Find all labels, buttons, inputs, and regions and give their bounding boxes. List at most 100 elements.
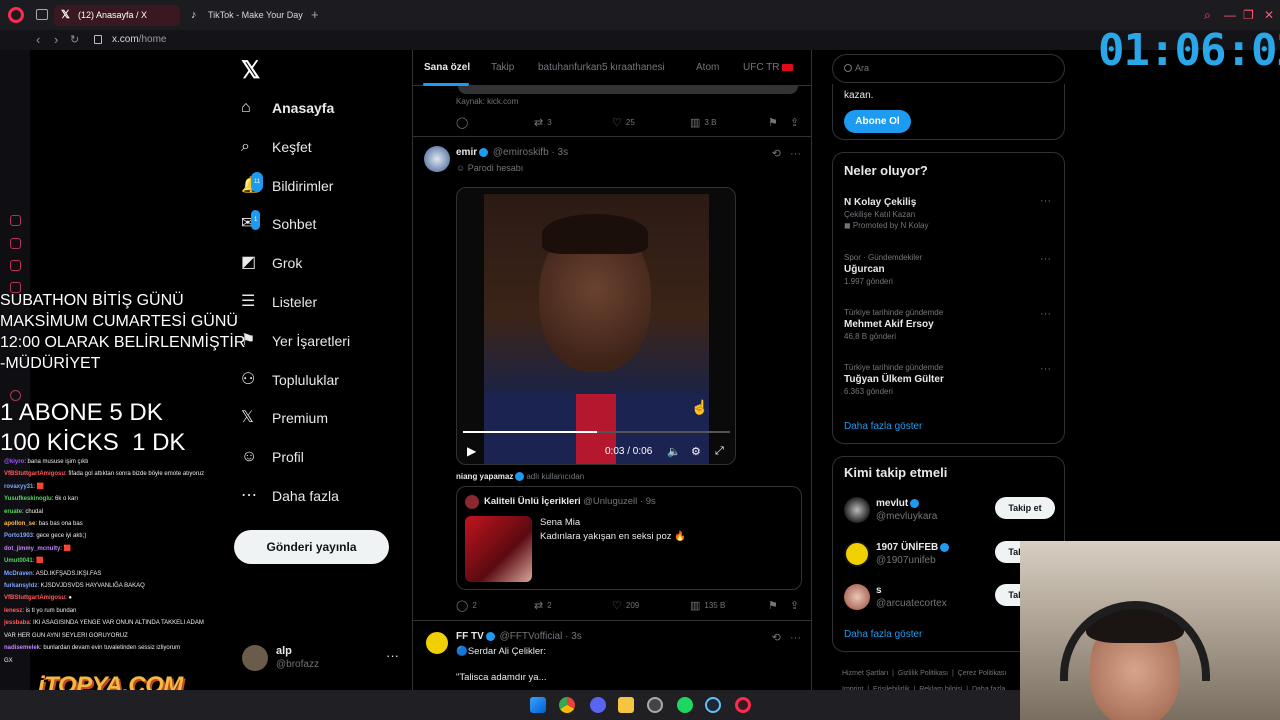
chrome-icon[interactable] [559, 697, 575, 713]
windows-start-icon[interactable] [530, 697, 546, 713]
tab-for-you[interactable]: Sana özel [424, 62, 470, 73]
discord-icon[interactable] [590, 697, 606, 713]
bookmark-icon[interactable]: ⚑ [768, 116, 782, 129]
post-author-handle[interactable]: @emiroskifb [493, 147, 549, 158]
post-time[interactable]: 3s [558, 147, 569, 158]
opera-logo-icon[interactable] [8, 7, 24, 23]
tab-list-atom[interactable]: Atom [696, 62, 719, 73]
history-icon[interactable] [10, 215, 21, 226]
footer-link[interactable]: Gizlilik Politikası [898, 670, 948, 677]
quote-avatar[interactable] [465, 495, 479, 509]
who-show-more-link[interactable]: Daha fazla göster [844, 629, 922, 640]
post-author-name[interactable]: FF TV [456, 631, 484, 642]
post-button[interactable]: Gönderi yayınla [234, 530, 389, 564]
post-more-icon[interactable]: ··· [790, 632, 801, 644]
quote-time[interactable]: 9s [646, 496, 656, 507]
trend-more-icon[interactable]: ··· [1040, 195, 1051, 207]
tab-tiktok[interactable]: ♪ TikTok - Make Your Day [184, 5, 304, 26]
nav-item[interactable]: 𝕏 Premium [241, 404, 411, 432]
suggestion-handle[interactable]: @1907unifeb [876, 555, 936, 566]
volume-icon[interactable]: 🔈 [667, 445, 681, 458]
fullscreen-icon[interactable]: ⤢ [715, 445, 724, 458]
suggestion-avatar[interactable] [844, 541, 870, 567]
post-avatar[interactable] [424, 630, 450, 656]
quote-author-handle[interactable]: @Unluguzell [583, 496, 637, 507]
post-time[interactable]: 3s [571, 631, 582, 642]
x-logo-icon[interactable]: 𝕏 [241, 56, 260, 85]
trend-more-icon[interactable]: ··· [1040, 363, 1051, 375]
account-handle[interactable]: @brofazz [276, 659, 319, 670]
suggestion-handle[interactable]: @mevluykara [876, 511, 937, 522]
post-avatar[interactable] [424, 146, 450, 172]
suggestion-name[interactable]: mevlut [876, 498, 921, 509]
nav-item[interactable]: ☰ Listeler [241, 288, 411, 316]
share-icon[interactable]: ⇪ [790, 599, 803, 612]
trend-item[interactable]: N Kolay Çekiliş Çekilişe Katıl Kazan ◼ P… [844, 195, 1059, 230]
nav-item[interactable]: 🔔11 Bildirimler [241, 171, 411, 200]
messenger-icon[interactable] [10, 260, 21, 271]
reply-button[interactable]: ◯ [456, 116, 472, 129]
video-frame[interactable] [484, 194, 709, 464]
views-button[interactable]: ▥ 135 B [690, 599, 725, 612]
play-icon[interactable]: ▶ [467, 444, 476, 458]
views-button[interactable]: ▥ 3 B [690, 116, 716, 129]
post-author-name[interactable]: emir [456, 147, 477, 158]
close-icon[interactable]: ✕ [1264, 8, 1274, 22]
tab-list-ufc-tr[interactable]: UFC TR [743, 62, 794, 73]
reply-button[interactable]: ◯ 2 [456, 599, 477, 612]
nav-item[interactable]: ⚇ Topluluklar [241, 366, 411, 394]
nav-item[interactable]: ☺ Profil [241, 443, 411, 471]
file-explorer-icon[interactable] [618, 697, 634, 713]
post-more-icon[interactable]: ··· [790, 148, 801, 160]
nav-item[interactable]: ⌕ Keşfet [241, 133, 411, 161]
post-author-handle[interactable]: @FFTVofficial [500, 631, 563, 642]
share-icon[interactable]: ⇪ [790, 116, 803, 129]
tab-x-home[interactable]: 𝕏 (12) Anasayfa / X [54, 5, 180, 26]
video-progress-bar[interactable] [463, 431, 730, 433]
quoted-post[interactable]: Kaliteli Ünlü İçerikleri @Unluguzell · 9… [456, 486, 802, 590]
nav-item[interactable]: ⚑ Yer İşaretleri [241, 327, 411, 355]
tab-following[interactable]: Takip [491, 62, 514, 73]
trend-item[interactable]: Türkiye tarihinde gündemde Tuğyan Ülkem … [844, 363, 1059, 396]
maximize-icon[interactable]: ❐ [1243, 8, 1254, 22]
search-icon[interactable]: ⌕ [1204, 8, 1211, 23]
prev-post-media[interactable] [458, 86, 798, 94]
minimize-icon[interactable]: — [1224, 8, 1236, 22]
account-more-icon[interactable]: ··· [386, 648, 399, 663]
nav-item[interactable]: ✉ 1 Sohbet [241, 210, 411, 238]
suggestion-avatar[interactable] [844, 497, 870, 523]
search-input[interactable]: Ara [832, 54, 1065, 83]
spotify-icon[interactable] [677, 697, 693, 713]
forward-icon[interactable]: › [54, 32, 58, 47]
obs-icon[interactable] [647, 697, 663, 713]
url-field[interactable]: x.com/home [112, 34, 166, 45]
like-button[interactable]: ♡ 209 [612, 599, 639, 612]
follow-suggestion[interactable]: mevlut @mevluykara Takip et [844, 495, 1059, 529]
footer-link[interactable]: Çerez Politikası [958, 670, 1007, 677]
suggestion-handle[interactable]: @arcuatecortex [876, 598, 947, 609]
nav-item[interactable]: ⌂ Anasayfa [241, 94, 411, 122]
tab-overview-icon[interactable] [36, 9, 48, 20]
opera-gx-icon[interactable] [735, 697, 751, 713]
suggestion-name[interactable]: s [876, 585, 882, 596]
trend-item[interactable]: Spor · Gündemdekiler Uğurcan 1.997 gönde… [844, 253, 1059, 286]
quote-thumbnail[interactable] [465, 516, 532, 582]
like-button[interactable]: ♡ 25 [612, 116, 635, 129]
footer-link[interactable]: Hizmet Şartları [842, 670, 888, 677]
bookmark-icon[interactable]: ⚑ [768, 599, 782, 612]
quote-author-name[interactable]: Kaliteli Ünlü İçerikleri [484, 496, 581, 507]
nav-item[interactable]: ⋯ Daha fazla [241, 482, 411, 510]
extensions-icon[interactable] [10, 238, 21, 249]
follow-button[interactable]: Takip et [995, 497, 1055, 519]
repost-button[interactable]: ⇄ 2 [534, 599, 552, 612]
trend-more-icon[interactable]: ··· [1040, 253, 1051, 265]
settings-gear-icon[interactable]: ⚙ [691, 445, 701, 458]
reload-icon[interactable]: ↻ [70, 33, 79, 46]
tab-list-kiraathane[interactable]: batuhanfurkan5 kıraathanesi [538, 62, 665, 73]
video-player[interactable]: ▶ 0:03 / 0:06 🔈 ⚙ ⤢ [456, 187, 736, 465]
suggestion-name[interactable]: 1907 ÜNİFEB [876, 542, 951, 553]
quote-attribution-user[interactable]: niang yapamaz [456, 472, 513, 481]
subscribe-button[interactable]: Abone Ol [844, 110, 911, 133]
account-name[interactable]: alp [276, 645, 292, 657]
nav-item[interactable]: ◩ Grok [241, 249, 411, 277]
